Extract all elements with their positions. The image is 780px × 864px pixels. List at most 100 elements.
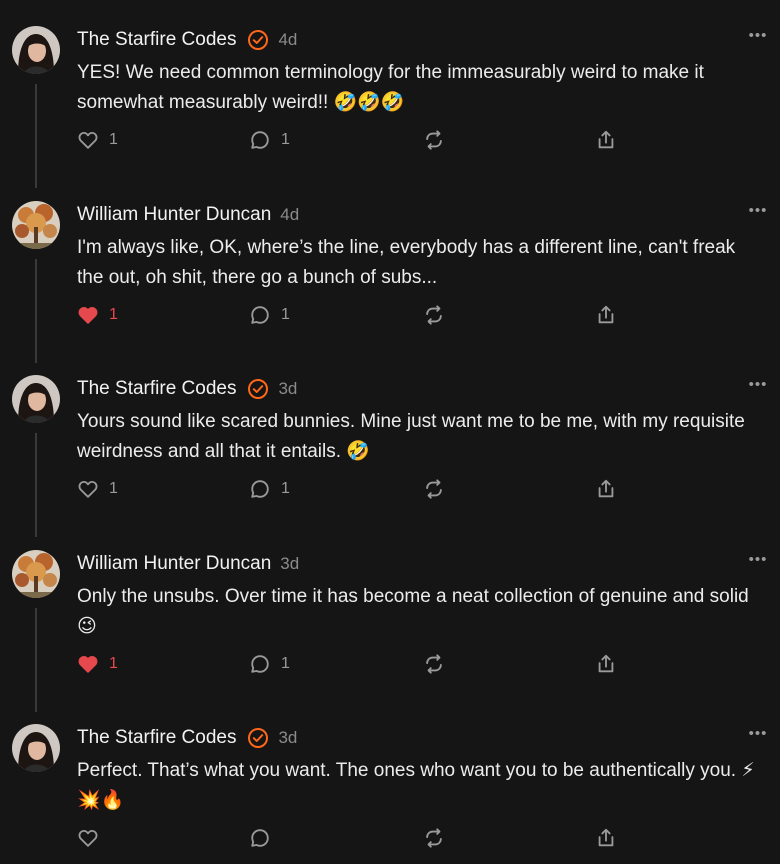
avatar-woman-portrait: [12, 375, 60, 423]
like-button[interactable]: 1: [77, 125, 118, 155]
share-icon: [595, 478, 617, 500]
share-icon: [595, 653, 617, 675]
avatar[interactable]: [12, 26, 60, 74]
like-button[interactable]: 1: [77, 300, 118, 330]
restack-button[interactable]: [423, 823, 445, 853]
verified-badge-icon: [247, 29, 269, 51]
avatar[interactable]: [12, 201, 60, 249]
comment-bubble-icon: [249, 653, 271, 675]
restack-button[interactable]: [423, 474, 445, 504]
restack-button[interactable]: [423, 125, 445, 155]
comment-actions: [77, 823, 637, 853]
comment: The Starfire Codes 3d ••• Yours sound li…: [0, 349, 780, 537]
comment: The Starfire Codes 3d ••• Perfect. That’…: [0, 698, 780, 864]
timestamp[interactable]: 3d: [278, 379, 297, 399]
more-horizontal-icon[interactable]: •••: [748, 26, 768, 46]
comment-header: William Hunter Duncan 3d: [77, 550, 299, 578]
comment-header: The Starfire Codes 3d: [77, 375, 297, 403]
like-count: 1: [109, 480, 118, 497]
share-icon: [595, 304, 617, 326]
thread-line: [35, 433, 37, 537]
timestamp[interactable]: 4d: [278, 30, 297, 50]
restack-button[interactable]: [423, 649, 445, 679]
avatar-woman-portrait: [12, 26, 60, 74]
more-horizontal-icon[interactable]: •••: [748, 724, 768, 744]
reply-count: 1: [281, 131, 290, 148]
like-button[interactable]: 1: [77, 474, 118, 504]
reply-button[interactable]: 1: [249, 649, 290, 679]
author-name[interactable]: The Starfire Codes: [77, 29, 236, 51]
comment-bubble-icon: [249, 478, 271, 500]
comment-actions: 1 1: [77, 474, 637, 504]
share-button[interactable]: [595, 474, 617, 504]
comment: William Hunter Duncan 4d ••• I'm always …: [0, 175, 780, 363]
like-count: 1: [109, 306, 118, 323]
share-button[interactable]: [595, 125, 617, 155]
heart-icon: [77, 129, 99, 151]
avatar[interactable]: [12, 550, 60, 598]
reply-button[interactable]: 1: [249, 125, 290, 155]
share-button[interactable]: [595, 823, 617, 853]
comment-actions: 1 1: [77, 300, 637, 330]
heart-icon: [77, 827, 99, 849]
timestamp[interactable]: 4d: [280, 205, 299, 225]
comment-bubble-icon: [249, 827, 271, 849]
comment: William Hunter Duncan 3d ••• Only the un…: [0, 524, 780, 712]
comment-text: YES! We need common terminology for the …: [77, 62, 704, 113]
thread-line: [35, 84, 37, 188]
timestamp[interactable]: 3d: [280, 554, 299, 574]
comment-actions: 1 1: [77, 125, 637, 155]
avatar[interactable]: [12, 724, 60, 772]
comment: The Starfire Codes 4d ••• YES! We need c…: [0, 0, 780, 188]
avatar-autumn-tree: [12, 201, 60, 249]
restack-icon: [423, 304, 445, 326]
timestamp[interactable]: 3d: [278, 728, 297, 748]
reply-count: 1: [281, 655, 290, 672]
author-name[interactable]: William Hunter Duncan: [77, 553, 271, 575]
thread-line: [35, 608, 37, 712]
share-button[interactable]: [595, 300, 617, 330]
verified-badge-icon: [247, 727, 269, 749]
like-count: 1: [109, 131, 118, 148]
comment-bubble-icon: [249, 129, 271, 151]
comment-text: Only the unsubs. Over time it has become…: [77, 586, 749, 637]
comment-bubble-icon: [249, 304, 271, 326]
comment-thread: The Starfire Codes 4d ••• YES! We need c…: [0, 0, 780, 864]
heart-icon: [77, 653, 99, 675]
restack-icon: [423, 653, 445, 675]
avatar-woman-portrait: [12, 724, 60, 772]
author-name[interactable]: William Hunter Duncan: [77, 204, 271, 226]
avatar[interactable]: [12, 375, 60, 423]
comment-header: The Starfire Codes 4d: [77, 26, 297, 54]
reply-button[interactable]: 1: [249, 300, 290, 330]
comment-header: William Hunter Duncan 4d: [77, 201, 299, 229]
like-button[interactable]: 1: [77, 649, 118, 679]
author-name[interactable]: The Starfire Codes: [77, 727, 236, 749]
author-name[interactable]: The Starfire Codes: [77, 378, 236, 400]
more-horizontal-icon[interactable]: •••: [748, 550, 768, 570]
comment-text: Yours sound like scared bunnies. Mine ju…: [77, 411, 745, 462]
reply-count: 1: [281, 480, 290, 497]
share-icon: [595, 129, 617, 151]
restack-icon: [423, 827, 445, 849]
verified-badge-icon: [247, 378, 269, 400]
reply-count: 1: [281, 306, 290, 323]
comment-text: I'm always like, OK, where’s the line, e…: [77, 237, 736, 288]
more-horizontal-icon[interactable]: •••: [748, 201, 768, 221]
share-icon: [595, 827, 617, 849]
comment-header: The Starfire Codes 3d: [77, 724, 297, 752]
heart-icon: [77, 478, 99, 500]
reply-button[interactable]: [249, 823, 281, 853]
comment-actions: 1 1: [77, 649, 637, 679]
heart-icon: [77, 304, 99, 326]
share-button[interactable]: [595, 649, 617, 679]
restack-icon: [423, 478, 445, 500]
restack-icon: [423, 129, 445, 151]
reply-button[interactable]: 1: [249, 474, 290, 504]
like-button[interactable]: [77, 823, 109, 853]
thread-line: [35, 259, 37, 363]
restack-button[interactable]: [423, 300, 445, 330]
like-count: 1: [109, 655, 118, 672]
avatar-autumn-tree: [12, 550, 60, 598]
more-horizontal-icon[interactable]: •••: [748, 375, 768, 395]
